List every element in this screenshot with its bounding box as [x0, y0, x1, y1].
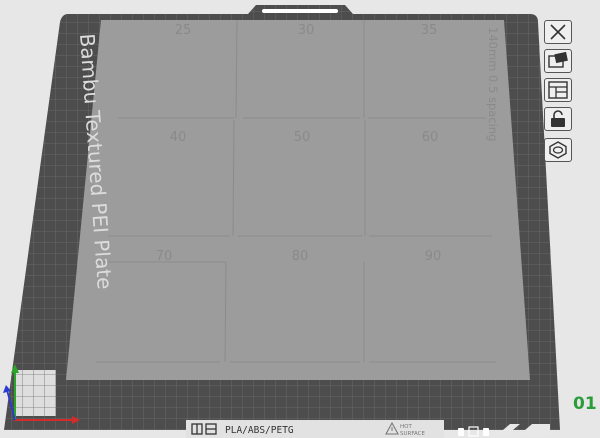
cell-label: 30	[298, 23, 315, 38]
cell-label: 25	[175, 23, 192, 38]
cell-label: 60	[422, 130, 439, 145]
build-plate-view[interactable]: 25 30 35 40 50 60 70 80 90 140mm 0.5 spa…	[0, 0, 600, 438]
plate-settings-button[interactable]	[544, 138, 572, 162]
lock-plate-button[interactable]	[544, 107, 572, 131]
filament-types: PLA/ABS/PETG	[225, 425, 294, 436]
cell-label: 90	[425, 249, 442, 264]
cell-label: 50	[294, 130, 311, 145]
cell-label: 80	[292, 249, 309, 264]
auto-orient-icon	[548, 51, 568, 68]
lock-icon	[551, 110, 565, 127]
close-plate-button[interactable]	[544, 20, 572, 44]
plate-number: 01	[573, 394, 597, 414]
hot-surface-label: HOT	[400, 424, 412, 430]
cell-label: 70	[156, 249, 173, 264]
cell-label: 35	[421, 23, 438, 38]
plate-slot	[262, 9, 338, 13]
arrange-button[interactable]	[544, 78, 572, 102]
plate-settings-icon	[549, 141, 567, 159]
close-icon	[550, 24, 566, 40]
hot-surface-label: SURFACE	[400, 431, 426, 437]
arrange-icon	[548, 81, 568, 99]
printable-area	[66, 20, 530, 380]
cell-label: 40	[170, 130, 187, 145]
spacing-label: 140mm 0.5 spacing	[486, 27, 500, 141]
auto-orient-button[interactable]	[544, 49, 572, 73]
